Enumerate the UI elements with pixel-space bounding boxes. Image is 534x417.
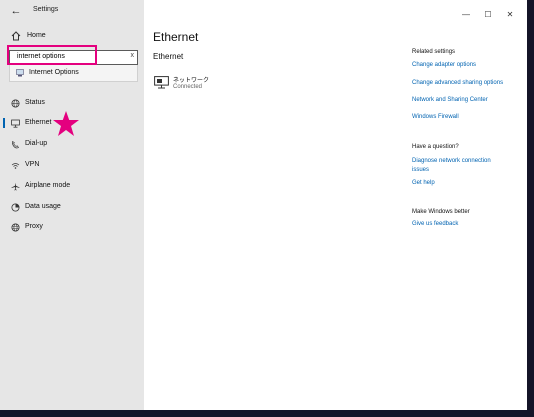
maximize-button[interactable]: ☐ (477, 8, 499, 22)
suggestion-label: Internet Options (29, 69, 79, 76)
status-globe-icon (11, 99, 20, 108)
section-title: Ethernet (153, 52, 184, 61)
sidebar-item-label: VPN (25, 161, 40, 168)
clear-search-button[interactable]: x (131, 52, 135, 59)
sidebar: ← Settings Home internet options x Inter… (0, 0, 144, 410)
annotation-star-icon (53, 111, 79, 136)
network-name: ネットワーク (173, 78, 210, 84)
settings-window: ← Settings Home internet options x Inter… (0, 0, 527, 410)
sidebar-item-data-usage[interactable]: Data usage (0, 199, 144, 215)
app-title: Settings (33, 6, 59, 13)
search-suggestion-internet-options[interactable]: Internet Options (9, 65, 138, 82)
control-panel-icon (16, 69, 24, 77)
sidebar-item-vpn[interactable]: VPN (0, 157, 144, 173)
sidebar-item-home[interactable]: Home (0, 28, 144, 44)
network-status: Connected (173, 84, 203, 90)
link-get-help[interactable]: Get help (412, 180, 435, 186)
window-controls: — ☐ ✕ (455, 4, 521, 19)
related-settings-heading: Related settings (412, 49, 456, 55)
question-heading: Have a question? (412, 144, 459, 150)
window-frame-bottom (0, 410, 534, 417)
home-icon (11, 31, 21, 41)
airplane-icon (11, 182, 20, 191)
link-windows-firewall[interactable]: Windows Firewall (412, 114, 459, 120)
link-diagnose-network-cont[interactable]: issues (412, 167, 429, 173)
sidebar-item-airplane-mode[interactable]: Airplane mode (0, 178, 144, 194)
sidebar-item-label: Home (27, 32, 46, 39)
ethernet-network-icon (154, 76, 169, 89)
network-item[interactable]: ネットワーク Connected (153, 74, 273, 96)
make-windows-better-heading: Make Windows better (412, 209, 470, 215)
page-title: Ethernet (153, 30, 199, 44)
sidebar-item-label: Status (25, 99, 45, 106)
sidebar-item-label: Data usage (25, 203, 61, 210)
ethernet-monitor-icon (11, 119, 20, 128)
link-network-sharing-center[interactable]: Network and Sharing Center (412, 97, 488, 103)
sidebar-item-label: Airplane mode (25, 182, 71, 189)
data-usage-icon (11, 203, 20, 212)
sidebar-item-dial-up[interactable]: Dial-up (0, 136, 144, 152)
link-change-advanced-sharing[interactable]: Change advanced sharing options (412, 80, 503, 86)
sidebar-item-label: Proxy (25, 223, 43, 230)
vpn-icon (11, 163, 20, 169)
link-diagnose-network[interactable]: Diagnose network connection (412, 158, 491, 164)
close-button[interactable]: ✕ (499, 8, 521, 22)
window-frame-right (527, 0, 534, 417)
link-change-adapter-options[interactable]: Change adapter options (412, 62, 476, 68)
sidebar-item-proxy[interactable]: Proxy (0, 219, 144, 235)
main-content: — ☐ ✕ Ethernet Ethernet ネットワーク Connected R… (144, 0, 527, 410)
link-give-feedback[interactable]: Give us feedback (412, 221, 458, 227)
sidebar-item-status[interactable]: Status (0, 95, 144, 111)
minimize-button[interactable]: — (455, 8, 477, 22)
sidebar-item-label: Ethernet (25, 119, 52, 126)
sidebar-item-label: Dial-up (25, 140, 48, 147)
annotation-highlight-box (7, 45, 97, 65)
dial-up-phone-icon (12, 140, 20, 149)
back-button[interactable]: ← (9, 4, 23, 18)
proxy-globe-icon (11, 223, 20, 232)
